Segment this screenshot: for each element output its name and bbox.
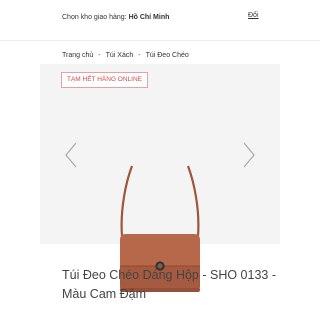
warehouse-value: Hồ Chí Minh [128, 14, 170, 21]
breadcrumb-crossbody[interactable]: Túi Đeo Chéo [146, 52, 189, 59]
breadcrumb-home[interactable]: Trang chủ [62, 52, 93, 59]
product-title: Túi Đeo Chéo Dáng Hộp - SHO 0133 - Màu C… [62, 268, 276, 301]
bag-flap [120, 234, 200, 266]
out-of-stock-badge: TẠM HẾT HÀNG ONLINE [61, 72, 149, 88]
breadcrumb-bags[interactable]: Túi Xách [106, 52, 134, 59]
product-gallery: TẠM HẾT HÀNG ONLINE [40, 64, 280, 292]
change-warehouse-link[interactable]: Đổi [248, 12, 259, 19]
bag-strap [120, 165, 200, 237]
breadcrumb: Trang chủ - Túi Xách - Túi Đeo Chéo [62, 52, 189, 59]
breadcrumb-separator: - [98, 52, 101, 59]
chevron-right-icon[interactable] [242, 142, 256, 168]
top-bar: Chọn kho giao hàng: Hồ Chí Minh Đổi [0, 0, 320, 41]
chevron-left-icon[interactable] [64, 142, 78, 168]
warehouse-label: Chọn kho giao hàng: [62, 14, 127, 21]
warehouse-selector[interactable]: Chọn kho giao hàng: Hồ Chí Minh [62, 14, 169, 21]
breadcrumb-separator: - [138, 52, 141, 59]
